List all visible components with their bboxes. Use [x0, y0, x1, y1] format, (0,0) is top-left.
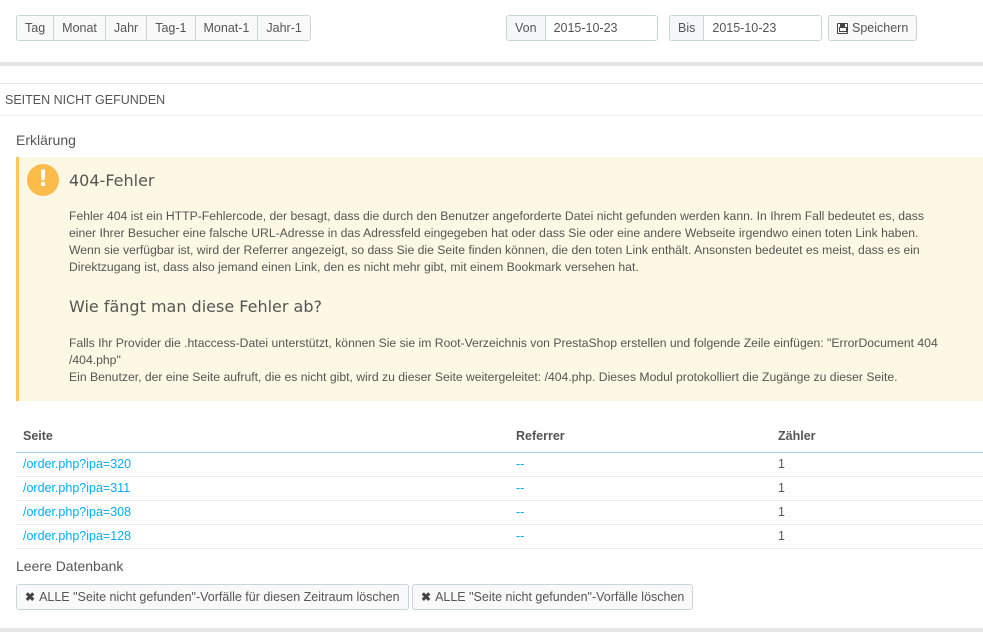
period-month-button[interactable]: Monat [53, 15, 106, 41]
bottom-divider [0, 628, 983, 632]
info-alert: ! 404-Fehler Fehler 404 ist ein HTTP-Feh… [16, 157, 983, 401]
explanation-title: Erklärung [16, 132, 76, 148]
period-button-group: Tag Monat Jahr Tag-1 Monat-1 Jahr-1 [16, 15, 311, 41]
alert-title-404: 404-Fehler [69, 171, 155, 190]
column-header-page: Seite [16, 421, 509, 453]
table-row: /order.php?ipa=320 -- 1 [16, 452, 983, 477]
alert-title-howto: Wie fängt man diese Fehler ab? [69, 297, 322, 316]
referrer-link[interactable]: -- [516, 481, 524, 495]
page-link[interactable]: /order.php?ipa=308 [23, 505, 131, 519]
delete-all-label: ALLE "Seite nicht gefunden"-Vorfälle lös… [435, 590, 685, 604]
referrer-link[interactable]: -- [516, 505, 524, 519]
from-label: Von [506, 15, 545, 41]
exclamation-icon: ! [27, 164, 59, 196]
table-row: /order.php?ipa=128 -- 1 [16, 524, 983, 549]
period-day-button[interactable]: Tag [16, 15, 55, 41]
page-link[interactable]: /order.php?ipa=128 [23, 529, 131, 543]
not-found-panel: SEITEN NICHT GEFUNDEN Erklärung ! 404-Fe… [0, 83, 983, 628]
close-icon: ✖ [25, 590, 36, 604]
save-button[interactable]: Speichern [828, 15, 918, 41]
page-link[interactable]: /order.php?ipa=311 [23, 481, 130, 495]
page-link[interactable]: /order.php?ipa=320 [23, 457, 131, 471]
delete-all-button[interactable]: ✖ ALLE "Seite nicht gefunden"-Vorfälle l… [412, 584, 694, 610]
date-toolbar: Tag Monat Jahr Tag-1 Monat-1 Jahr-1 Von … [0, 0, 983, 62]
count-cell: 1 [771, 452, 983, 477]
alert-text-htaccess: Falls Ihr Provider die .htaccess-Datei u… [69, 336, 938, 367]
save-button-label: Speichern [852, 21, 909, 35]
referrer-link[interactable]: -- [516, 457, 524, 471]
empty-database-title: Leere Datenbank [16, 558, 124, 574]
toolbar-divider [0, 62, 983, 66]
column-header-referrer: Referrer [509, 421, 771, 453]
period-year-button[interactable]: Jahr [104, 15, 148, 41]
from-date-group: Von [506, 15, 658, 41]
alert-text-404: Fehler 404 ist ein HTTP-Fehlercode, der … [69, 209, 924, 274]
table-header-row: Seite Referrer Zähler [16, 421, 983, 453]
delete-period-button[interactable]: ✖ ALLE "Seite nicht gefunden"-Vorfälle f… [16, 584, 409, 610]
panel-heading: SEITEN NICHT GEFUNDEN [0, 84, 983, 116]
floppy-disk-icon [837, 22, 848, 34]
table-row: /order.php?ipa=308 -- 1 [16, 500, 983, 525]
not-found-table: Seite Referrer Zähler /order.php?ipa=320… [16, 421, 983, 549]
referrer-link[interactable]: -- [516, 529, 524, 543]
delete-period-label: ALLE "Seite nicht gefunden"-Vorfälle für… [39, 590, 400, 604]
to-date-group: Bis [669, 15, 823, 41]
table-row: /order.php?ipa=311 -- 1 [16, 476, 983, 501]
alert-text-redirect: Ein Benutzer, der eine Seite aufruft, di… [69, 370, 898, 384]
column-header-count: Zähler [771, 421, 983, 453]
from-date-input[interactable] [544, 15, 658, 41]
count-cell: 1 [771, 476, 983, 501]
count-cell: 1 [771, 500, 983, 525]
close-icon: ✖ [421, 590, 432, 604]
to-label: Bis [669, 15, 704, 41]
period-previous-month-button[interactable]: Monat-1 [194, 15, 259, 41]
period-previous-year-button[interactable]: Jahr-1 [257, 15, 311, 41]
to-date-input[interactable] [703, 15, 823, 41]
count-cell: 1 [771, 524, 983, 549]
period-previous-day-button[interactable]: Tag-1 [146, 15, 196, 41]
